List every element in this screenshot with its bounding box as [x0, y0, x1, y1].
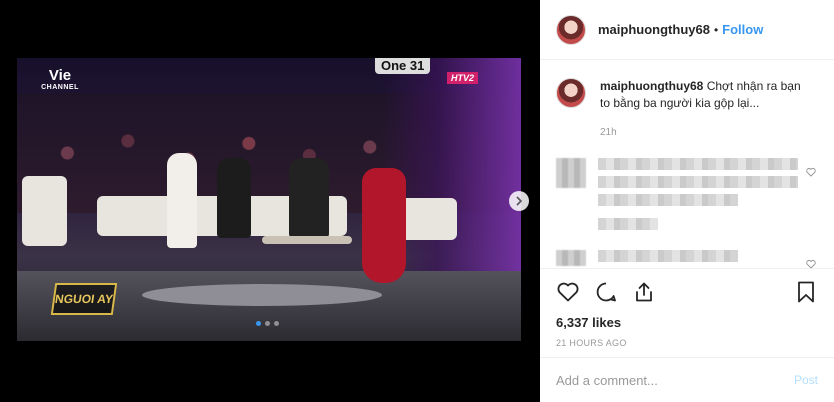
- carousel-dot: [265, 321, 270, 326]
- share-icon[interactable]: [632, 280, 656, 304]
- post-timestamp[interactable]: 21 HOURS AGO: [556, 338, 818, 348]
- comment-icon[interactable]: [594, 280, 618, 304]
- chevron-right-icon: [516, 196, 523, 206]
- post-actions: 6,337 likes 21 HOURS AGO: [540, 268, 834, 348]
- guest-black-dress: [217, 158, 251, 238]
- stage-rug: [142, 284, 382, 306]
- header-username[interactable]: maiphuongthuy68: [598, 22, 710, 37]
- show-logo: NGUOI AY: [50, 283, 118, 315]
- bookmark-icon[interactable]: [794, 280, 818, 304]
- follow-button[interactable]: Follow: [722, 22, 763, 37]
- caption-avatar[interactable]: [556, 78, 586, 108]
- armchair: [22, 176, 67, 246]
- comment-like-icon[interactable]: [806, 167, 816, 177]
- comment-avatar-blurred: [556, 250, 586, 266]
- caption-username[interactable]: maiphuongthuy68: [600, 79, 703, 93]
- comment-avatar-blurred: [556, 158, 586, 188]
- header-separator: •: [713, 22, 719, 37]
- media-pane: Vie CHANNEL One 31 HTV2 NGUOI AY: [0, 0, 540, 402]
- htv2-logo: HTV2: [447, 72, 479, 84]
- post-panel: maiphuongthuy68 • Follow maiphuongthuy68…: [540, 0, 834, 402]
- heart-icon[interactable]: [556, 280, 580, 304]
- comment-row-blurred: [556, 250, 738, 268]
- caption-time[interactable]: 21h: [600, 127, 617, 138]
- post-image[interactable]: Vie CHANNEL One 31 HTV2 NGUOI AY: [17, 58, 521, 341]
- carousel-dot: [274, 321, 279, 326]
- sofa-right: [397, 198, 457, 240]
- post-caption: maiphuongthuy68 Chợt nhận ra bạn to bằng…: [556, 78, 826, 138]
- carousel-dot-active: [256, 321, 261, 326]
- likes-count[interactable]: 6,337 likes: [556, 315, 818, 330]
- guest-black-shirt: [289, 158, 329, 238]
- one31-logo: One 31: [375, 58, 431, 74]
- comment-input[interactable]: Add a comment...: [556, 373, 794, 388]
- comment-form: Add a comment... Post: [540, 357, 834, 402]
- comment-row-blurred: [556, 158, 798, 212]
- post-header: maiphuongthuy68 • Follow: [540, 0, 834, 60]
- carousel-next-button[interactable]: [509, 191, 529, 211]
- guest-red-gown: [362, 168, 406, 283]
- coffee-table: [262, 236, 352, 244]
- post-comment-button[interactable]: Post: [794, 373, 818, 387]
- vie-channel-logo: Vie CHANNEL: [41, 67, 79, 92]
- guest-white-suit: [167, 153, 197, 248]
- carousel-indicator: [256, 321, 279, 326]
- avatar[interactable]: [556, 14, 586, 45]
- comment-row-blurred: [556, 218, 658, 236]
